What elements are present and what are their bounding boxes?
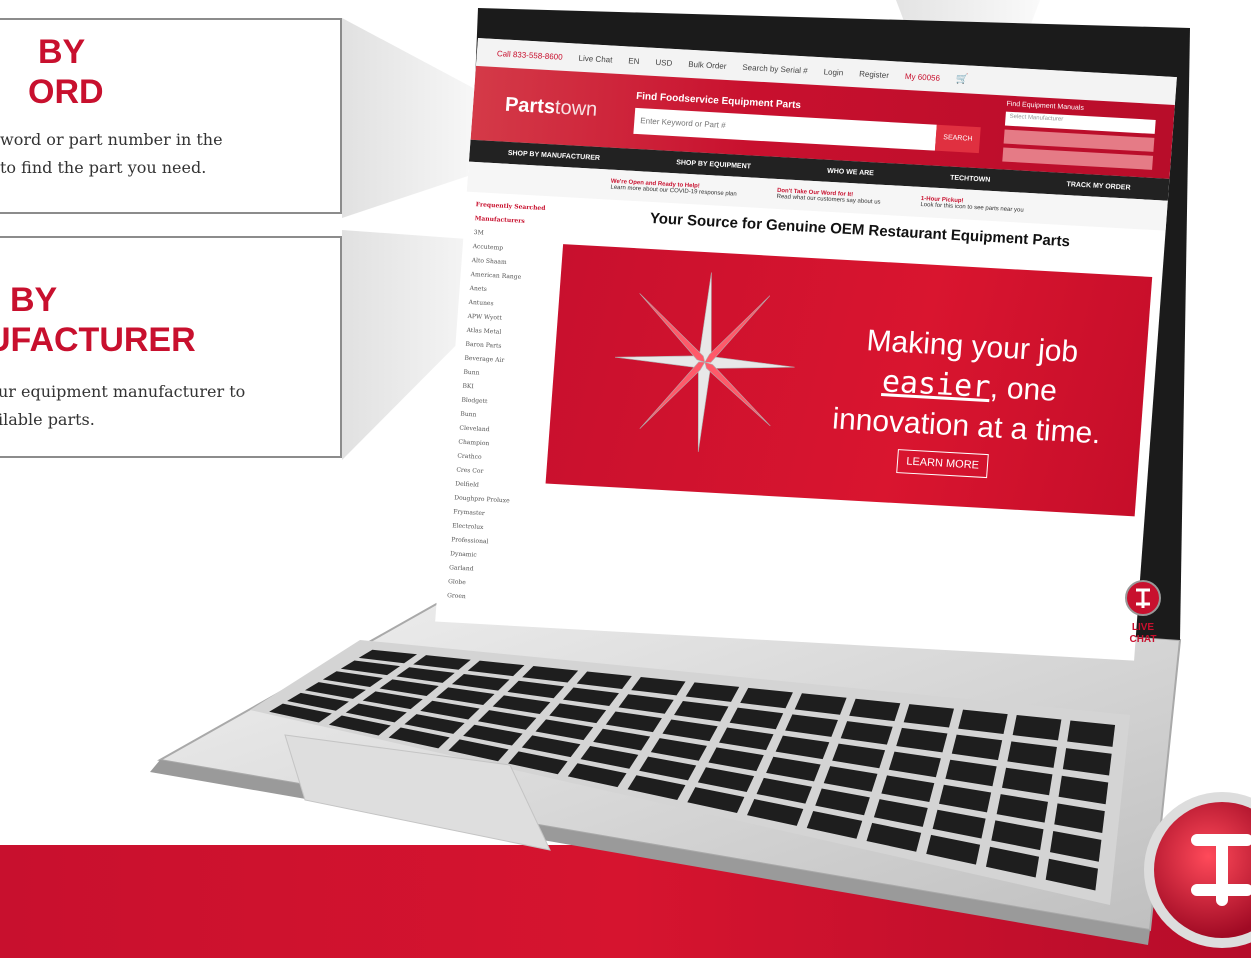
promo-reviews[interactable]: Don't Take Our Word for It! Read what ou… [776, 188, 881, 206]
nav-who-we-are[interactable]: WHO WE ARE [827, 167, 874, 177]
live-chat-line2: CHAT [1129, 634, 1156, 645]
live-chat-widget[interactable]: LIVE CHAT [1118, 578, 1168, 650]
partstown-corner-logo [1144, 792, 1251, 948]
main-area: Your Source for Genuine OEM Restaurant E… [526, 197, 1166, 648]
search-button[interactable]: SEARCH [934, 124, 981, 153]
sidebar-manufacturer-link[interactable]: Electrolux Professional [451, 519, 523, 551]
hero-easier: easier [880, 364, 992, 406]
phone-link[interactable]: Call 833-558-8600 [497, 49, 563, 62]
currency-select[interactable]: USD [655, 57, 673, 67]
hero-line2-rest: , one [989, 371, 1059, 408]
live-chat-link[interactable]: Live Chat [578, 53, 612, 64]
star-graphic [614, 272, 795, 452]
register-link[interactable]: Register [859, 69, 889, 80]
nav-techtown[interactable]: TECHTOWN [950, 174, 991, 183]
bulk-order-link[interactable]: Bulk Order [688, 59, 727, 70]
part-finder: Find Foodservice Equipment Parts SEARCH [633, 90, 982, 153]
sidebar-title: Frequently Searched Manufacturers [474, 201, 546, 225]
learn-more-button[interactable]: LEARN MORE [896, 449, 989, 479]
nav-shop-by-manufacturer[interactable]: SHOP BY MANUFACTURER [508, 149, 601, 161]
search-serial-link[interactable]: Search by Serial # [742, 62, 808, 75]
nav-shop-by-equipment[interactable]: SHOP BY EQUIPMENT [676, 159, 751, 170]
live-chat-line1: LIVE [1132, 622, 1155, 633]
logo-brand-suffix: town [554, 95, 599, 121]
manual-finder: Find Equipment Manuals Select Manufactur… [1002, 100, 1157, 173]
partstown-logo[interactable]: Partstown [490, 92, 611, 122]
site-content: Frequently Searched Manufacturers 3M Accu… [436, 192, 1166, 648]
hero-banner[interactable]: Making your job easier, one innovation a… [545, 244, 1153, 517]
logo-brand: Parts [504, 93, 556, 118]
manual-type-select[interactable] [1002, 146, 1154, 170]
promo-covid[interactable]: We're Open and Ready to Help! Learn more… [610, 179, 737, 198]
location-link[interactable]: My 60056 [905, 71, 941, 82]
cart-icon[interactable]: 🛒 [956, 73, 969, 85]
language-select[interactable]: EN [628, 56, 640, 66]
hero-text: Making your job easier, one innovation a… [831, 320, 1108, 455]
nav-track-my-order[interactable]: TRACK MY ORDER [1066, 181, 1130, 192]
login-link[interactable]: Login [823, 67, 843, 77]
sidebar-manufacturer-link[interactable]: Groen [447, 589, 518, 607]
promo-pickup[interactable]: 1-Hour Pickup! Look for this icon to see… [920, 196, 1024, 214]
sidebar-list: 3M Accutemp Alto Shaam American Range Anets A… [447, 226, 545, 607]
laptop-screen: Call 833-558-8600 Live Chat EN USD Bulk … [435, 38, 1177, 661]
